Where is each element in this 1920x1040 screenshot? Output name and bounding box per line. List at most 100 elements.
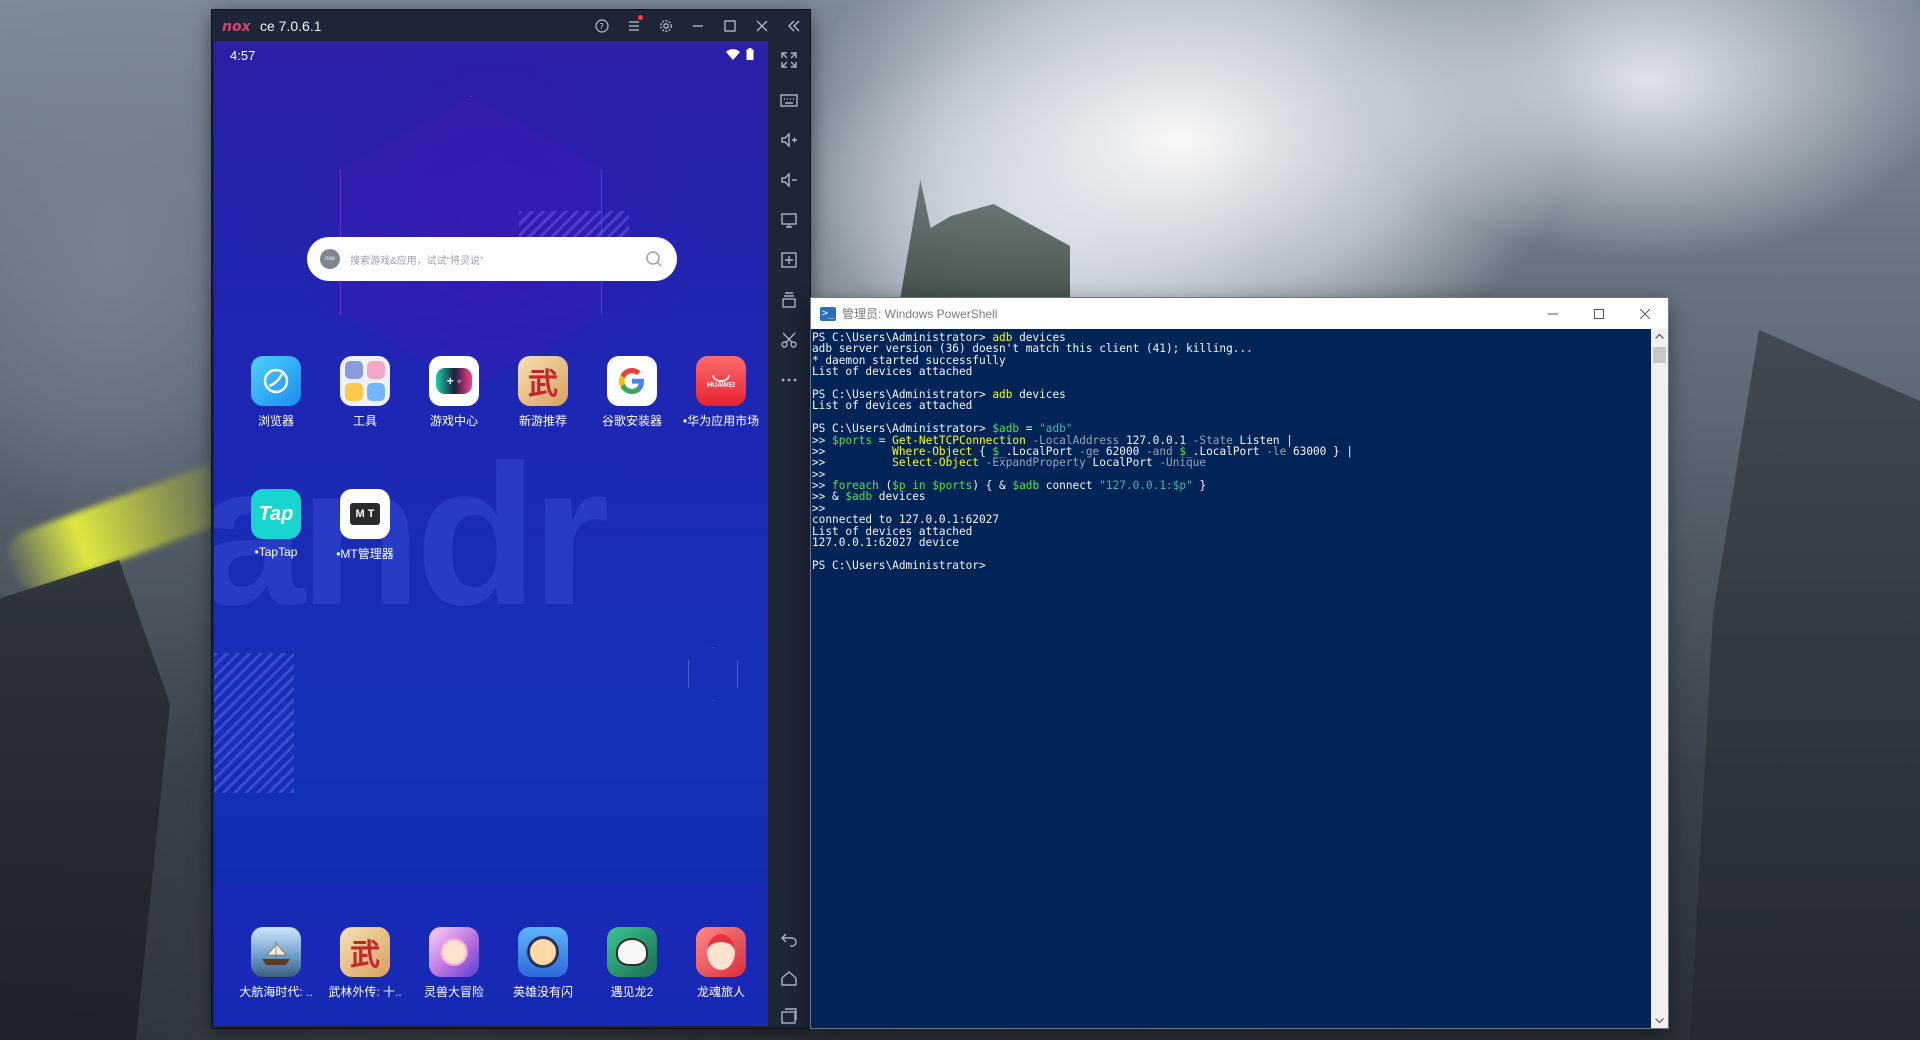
svg-text:nox: nox <box>222 19 252 33</box>
console-token: ) { & <box>972 479 1013 493</box>
console-line: adb server version (36) doesn't match th… <box>812 342 1650 355</box>
console-token: -le <box>1259 444 1287 458</box>
scissors-icon[interactable] <box>768 321 810 359</box>
tools-icon <box>340 356 390 406</box>
console-line: PS C:\Users\Administrator> <box>812 558 1650 572</box>
console-line: PS C:\Users\Administrator> adb devices <box>812 331 1650 344</box>
google-icon <box>607 356 657 406</box>
powershell-console[interactable]: PS C:\Users\Administrator> adb devices ad… <box>811 329 1650 1030</box>
app-taptap[interactable]: Tap •TapTap <box>236 489 316 559</box>
console-token: Select-Object <box>892 456 979 470</box>
browser-icon <box>251 356 301 406</box>
hero-game-icon <box>518 927 568 977</box>
console-token: -Unique <box>1152 456 1207 470</box>
powershell-icon: >_ <box>820 306 836 321</box>
console-line: >> <box>812 468 1650 481</box>
ps-close-button[interactable] <box>1622 298 1668 329</box>
console-token: $adb <box>845 490 873 504</box>
app-mt-manager[interactable]: M T •MT管理器 <box>325 489 405 562</box>
app-label: 谷歌安装器 <box>601 414 662 428</box>
help-icon[interactable]: ? <box>586 10 618 41</box>
status-time: 4:57 <box>230 48 256 63</box>
app-label: 龙魂旅人 <box>696 985 745 999</box>
dock-app-meet-dragon[interactable]: 遇见龙2 <box>592 927 672 1000</box>
game-center-icon: + ◦ <box>429 356 479 406</box>
ps-scroll-thumb[interactable] <box>1653 347 1666 363</box>
console-line: >> & $adb devices <box>812 490 1650 504</box>
app-huawei-market[interactable]: HUAWEI •华为应用市场 <box>681 356 761 429</box>
notification-dot <box>638 15 643 20</box>
apk-install-icon[interactable] <box>768 241 810 279</box>
nox-side-toolbar <box>768 41 810 1026</box>
console-line: >> $ports = Get-NetTCPConnection -LocalA… <box>812 434 1650 447</box>
minimize-icon[interactable] <box>682 10 714 41</box>
console-line: * daemon started successfully <box>812 354 1650 367</box>
ps-maximize-button[interactable] <box>1576 298 1622 329</box>
keyboard-icon[interactable] <box>768 81 810 119</box>
taptap-icon: Tap <box>251 489 301 539</box>
nox-version: ce 7.0.6.1 <box>260 17 322 34</box>
app-google-installer[interactable]: 谷歌安装器 <box>592 356 672 429</box>
console-token: -ExpandProperty <box>978 456 1086 470</box>
screen-icon[interactable] <box>768 201 810 239</box>
console-token: adb <box>992 387 1013 401</box>
volume-down-icon[interactable] <box>768 161 810 199</box>
nox-title-bar[interactable]: nox ce 7.0.6.1 ? <box>212 10 810 41</box>
android-screen[interactable]: andr 4:57 nox 搜索游戏&应用，试试“将灵说” 浏览器 工具 + ◦… <box>214 41 768 1026</box>
app-label: 工具 <box>352 414 377 428</box>
menu-icon[interactable] <box>618 10 650 41</box>
dock-app-spirit-beast[interactable]: 灵兽大冒险 <box>414 927 494 1000</box>
spirit-beast-icon <box>429 927 479 977</box>
console-line: connected to 127.0.0.1:62027 <box>812 513 1650 526</box>
powershell-title: 管理员: Windows PowerShell <box>842 307 998 321</box>
dock-app-wulin[interactable]: 武 武林外传: 十.. <box>325 927 405 1000</box>
maximize-icon[interactable] <box>714 10 746 41</box>
console-line: PS C:\Users\Administrator> adb devices <box>812 387 1650 401</box>
console-token: "127.0.0.1:$p" <box>1099 479 1193 493</box>
console-token: devices <box>1012 387 1066 401</box>
ps-minimize-button[interactable] <box>1530 298 1576 329</box>
recent-apps-icon[interactable] <box>768 997 810 1035</box>
dock-app-dragon-soul[interactable]: 龙魂旅人 <box>681 927 761 1000</box>
console-token: PS C:\Users\Administrator> <box>812 558 993 572</box>
dock-app-hero[interactable]: 英雄没有闪 <box>503 927 583 1000</box>
collapse-icon[interactable] <box>778 10 810 41</box>
app-search-bar[interactable]: nox 搜索游戏&应用，试试“将灵说” <box>307 237 677 281</box>
ps-scrollbar[interactable] <box>1651 329 1668 1028</box>
nox-search-logo: nox <box>320 249 340 269</box>
scroll-down-icon[interactable] <box>1655 1018 1664 1024</box>
console-token: $ports <box>932 479 973 493</box>
console-line: >> <box>812 502 1650 515</box>
scroll-up-icon[interactable] <box>1655 333 1664 339</box>
svg-text:?: ? <box>599 22 604 32</box>
app-browser[interactable]: 浏览器 <box>236 356 316 429</box>
powershell-title-bar[interactable]: >_ 管理员: Windows PowerShell <box>811 298 1668 329</box>
console-line: >> foreach ($p in $ports) { & $adb conne… <box>812 479 1650 493</box>
console-token: LocalPort <box>1085 456 1153 470</box>
dock-app-great-voyage[interactable]: 大航海时代: .. <box>236 927 316 1000</box>
new-games-icon: 武 <box>518 356 568 406</box>
app-label: 遇见龙2 <box>610 985 654 999</box>
battery-icon <box>746 48 754 60</box>
close-icon[interactable] <box>746 10 778 41</box>
multi-instance-icon[interactable] <box>768 281 810 319</box>
app-game-center[interactable]: + ◦ 游戏中心 <box>414 356 494 429</box>
console-line: 127.0.0.1:62027 device <box>812 536 1650 549</box>
app-tools[interactable]: 工具 <box>325 356 405 429</box>
console-line: List of devices attached <box>812 399 1650 413</box>
wifi-icon <box>726 48 740 60</box>
settings-icon[interactable] <box>650 10 682 41</box>
fullscreen-icon[interactable] <box>768 41 810 79</box>
wulin-game-icon: 武 <box>340 927 390 977</box>
more-icon[interactable] <box>768 361 810 399</box>
app-label: 新游推荐 <box>518 414 567 428</box>
console-token: List of devices attached <box>812 399 973 413</box>
volume-up-icon[interactable] <box>768 121 810 159</box>
home-icon[interactable] <box>768 959 810 997</box>
app-new-games[interactable]: 武 新游推荐 <box>503 356 583 429</box>
search-icon[interactable] <box>645 250 663 268</box>
console-line: PS C:\Users\Administrator> $adb = "adb" <box>812 422 1650 435</box>
back-icon[interactable] <box>768 919 810 957</box>
